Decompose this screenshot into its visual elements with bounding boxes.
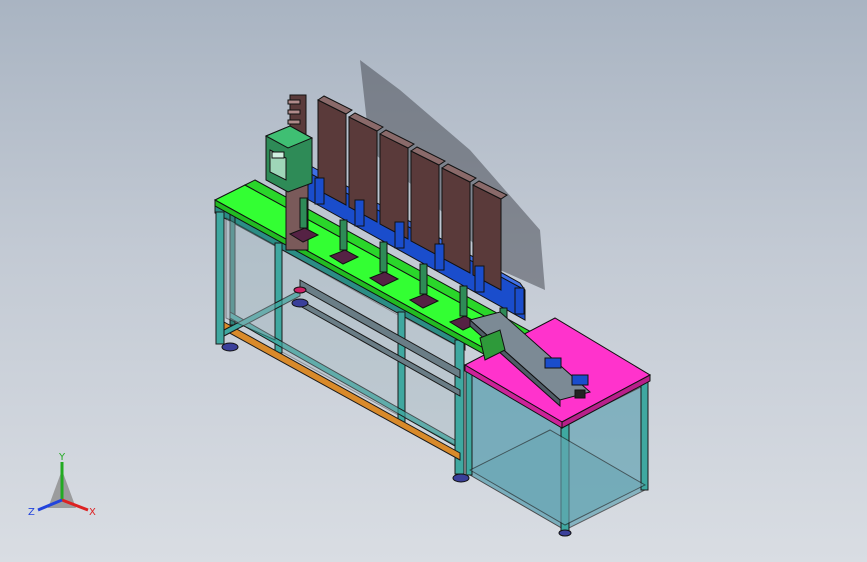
- y-axis-label: Y: [58, 452, 66, 463]
- z-axis-label: Z: [28, 507, 35, 518]
- cad-viewport[interactable]: Y X Z: [0, 0, 867, 562]
- assembly-model[interactable]: Y X Z: [0, 0, 867, 562]
- x-axis-label: X: [89, 507, 96, 518]
- view-orientation-triad[interactable]: Y X Z: [28, 452, 96, 518]
- control-box: [264, 125, 314, 193]
